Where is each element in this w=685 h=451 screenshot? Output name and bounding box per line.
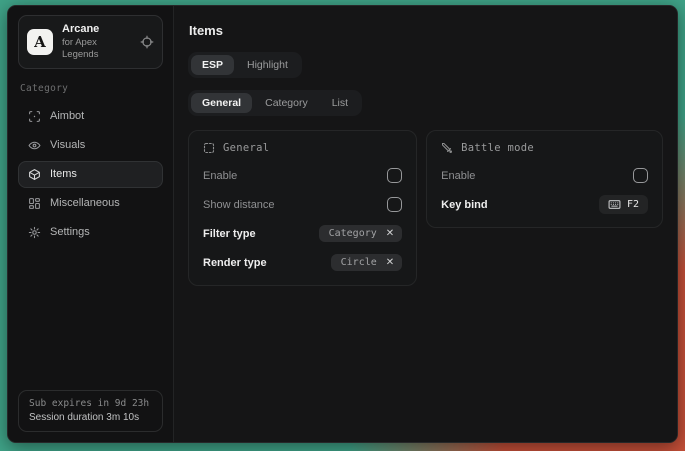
- setting-label: Filter type: [203, 228, 256, 240]
- keyboard-icon: [608, 198, 621, 211]
- box-icon: [28, 168, 41, 181]
- filter-type-value: Category: [329, 228, 377, 239]
- app-logo: A: [27, 29, 53, 55]
- setting-row-key-bind: Key bind F2: [441, 195, 648, 214]
- setting-row-enable: Enable: [203, 166, 402, 185]
- grid-icon: [28, 197, 41, 210]
- battle-mode-panel: Battle mode Enable Key bind F2: [426, 130, 663, 228]
- show-distance-checkbox[interactable]: [387, 197, 402, 212]
- view-tab-group: General Category List: [188, 90, 362, 116]
- general-panel-title: General: [223, 142, 269, 154]
- logo-text: Arcane for Apex Legends: [62, 23, 131, 61]
- sidebar-nav: Aimbot Visuals Items: [18, 103, 163, 246]
- app-title: Arcane: [62, 23, 131, 37]
- sidebar-item-aimbot[interactable]: Aimbot: [18, 103, 163, 130]
- setting-row-render-type: Render type Circle ✕: [203, 253, 402, 272]
- render-type-select[interactable]: Circle ✕: [331, 254, 403, 271]
- main-content: Items ESP Highlight General Category Lis…: [174, 6, 677, 442]
- sidebar-item-label: Visuals: [50, 139, 85, 151]
- target-icon[interactable]: [140, 35, 154, 49]
- general-panel-header: General: [203, 142, 402, 154]
- sidebar-item-settings[interactable]: Settings: [18, 219, 163, 246]
- setting-row-enable: Enable: [441, 166, 648, 185]
- gear-icon: [28, 226, 41, 239]
- sub-expires-text: Sub expires in 9d 23h: [29, 398, 152, 409]
- setting-row-filter-type: Filter type Category ✕: [203, 224, 402, 243]
- tab-general[interactable]: General: [191, 93, 252, 113]
- clear-icon[interactable]: ✕: [386, 229, 394, 239]
- app-subtitle: for Apex Legends: [62, 37, 131, 61]
- page-title: Items: [189, 23, 663, 38]
- tab-esp[interactable]: ESP: [191, 55, 234, 75]
- sidebar-item-label: Items: [50, 168, 77, 180]
- enable-checkbox[interactable]: [387, 168, 402, 183]
- mode-tab-group: ESP Highlight: [188, 52, 302, 78]
- setting-row-show-distance: Show distance: [203, 195, 402, 214]
- keybind-value: F2: [627, 199, 639, 210]
- battle-mode-panel-title: Battle mode: [461, 142, 534, 154]
- sidebar-spacer: [18, 246, 163, 391]
- sidebar-item-label: Settings: [50, 226, 90, 238]
- render-type-value: Circle: [341, 257, 377, 268]
- sidebar-item-visuals[interactable]: Visuals: [18, 132, 163, 159]
- subscription-info-box: Sub expires in 9d 23h Session duration 3…: [18, 390, 163, 432]
- box-select-icon: [203, 142, 215, 154]
- eye-icon: [28, 139, 41, 152]
- crosshair-icon: [28, 110, 41, 123]
- setting-label: Show distance: [203, 199, 275, 211]
- battle-enable-checkbox[interactable]: [633, 168, 648, 183]
- logo-card: A Arcane for Apex Legends: [18, 15, 163, 69]
- general-panel: General Enable Show distance Filter type…: [188, 130, 417, 286]
- session-duration-text: Session duration 3m 10s: [29, 412, 152, 423]
- app-window: A Arcane for Apex Legends Category Aimbo…: [7, 5, 678, 443]
- setting-label: Enable: [203, 170, 237, 182]
- battle-mode-panel-header: Battle mode: [441, 142, 648, 154]
- sidebar-item-label: Aimbot: [50, 110, 84, 122]
- tab-list[interactable]: List: [321, 93, 359, 113]
- setting-label: Render type: [203, 257, 267, 269]
- keybind-button[interactable]: F2: [599, 195, 648, 214]
- sidebar-item-miscellaneous[interactable]: Miscellaneous: [18, 190, 163, 217]
- sidebar-item-items[interactable]: Items: [18, 161, 163, 188]
- sidebar-item-label: Miscellaneous: [50, 197, 120, 209]
- swords-icon: [441, 142, 453, 154]
- category-label: Category: [20, 83, 161, 94]
- filter-type-select[interactable]: Category ✕: [319, 225, 403, 242]
- tab-highlight[interactable]: Highlight: [236, 55, 299, 75]
- tab-category[interactable]: Category: [254, 93, 319, 113]
- sidebar: A Arcane for Apex Legends Category Aimbo…: [8, 6, 174, 442]
- setting-label: Key bind: [441, 199, 487, 211]
- setting-label: Enable: [441, 170, 475, 182]
- clear-icon[interactable]: ✕: [386, 258, 394, 268]
